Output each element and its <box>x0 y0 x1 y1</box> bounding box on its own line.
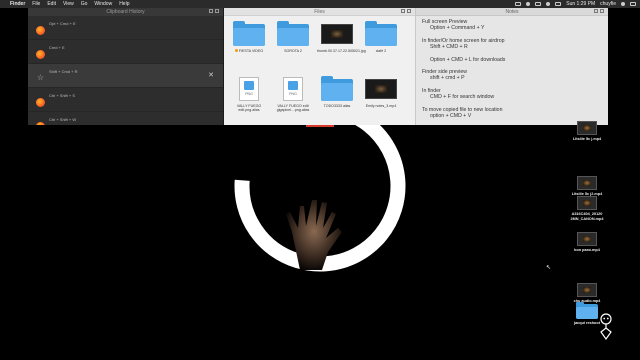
menu-file[interactable]: File <box>32 1 40 7</box>
files-panel: Files FIESTA VIDEO SOROTA 2 thumb.00.37.… <box>224 8 416 125</box>
menu-edit[interactable]: Edit <box>47 1 56 7</box>
file-item[interactable]: Emily notes_3.mp4 <box>361 77 401 125</box>
folder-icon <box>233 21 265 46</box>
notes-panel: Notes Full screen Preview Option + Comman… <box>416 8 608 125</box>
robot-icon[interactable] <box>598 312 614 342</box>
clip-item[interactable]: Ctrl + Shift + S <box>28 88 223 112</box>
video-thumbnail <box>577 176 597 190</box>
firefox-icon <box>36 26 45 35</box>
panel-controls <box>209 9 219 13</box>
clip-item[interactable]: Ctrl + Shift + W <box>28 112 223 125</box>
settings-icon[interactable] <box>215 9 219 13</box>
folder-icon <box>321 76 353 101</box>
file-label: SOROTA 2 <box>284 49 302 53</box>
clip-item-text: Opt + Cmd + E <box>49 21 76 26</box>
folder-icon <box>277 21 309 46</box>
close-icon[interactable]: ✕ <box>208 72 214 79</box>
desktop-icon-label: jacqui reshoot <box>574 321 600 325</box>
file-grid: FIESTA VIDEO SOROTA 2 thumb.00.37.17.22.… <box>224 16 415 125</box>
folder-icon <box>365 21 397 46</box>
status-area: Sun 1:29 PM chuyfie <box>515 1 636 7</box>
battery-icon[interactable] <box>555 2 562 6</box>
clock[interactable]: Sun 1:29 PM <box>566 1 595 7</box>
clip-item-text: Ctrl + Shift + S <box>49 93 76 98</box>
pin-icon[interactable] <box>401 9 405 13</box>
file-label: FIESTA VIDEO <box>229 49 269 53</box>
file-item[interactable]: PNG VALLY FUEGO edit gigapixel....png.al… <box>273 77 313 125</box>
file-item[interactable]: TODO3333 alias <box>317 76 357 125</box>
menu-window[interactable]: Window <box>94 1 112 7</box>
clipboard-history-panel: Clipboard History Opt + Cmd + E Cmd + E … <box>28 8 224 125</box>
file-label: VALLY FUEGO edit.png.alias <box>236 104 262 113</box>
desktop-icon[interactable]: A316C404_20120 2MN_CANON.mp4 <box>568 196 606 221</box>
desktop-icon-label: bon paxo.mp4 <box>574 248 600 252</box>
desktop-icon[interactable]: chu audio.mp4 <box>568 283 606 304</box>
desktop-icon-label: Litsille 5c j.mp4 <box>572 137 602 141</box>
video-thumbnail <box>365 79 397 99</box>
tag-dot <box>234 49 238 52</box>
search-icon[interactable] <box>621 2 625 6</box>
recording-indicator <box>306 125 334 127</box>
panel-title-bar: Notes <box>416 8 608 16</box>
file-label: TODO3333 alias <box>323 104 351 108</box>
panel-title: Files <box>314 8 325 15</box>
menu-finder[interactable]: Finder <box>10 1 25 7</box>
settings-icon[interactable] <box>407 9 411 13</box>
clip-item[interactable]: ☆ Shift + Cmd + R ✕ <box>28 64 223 88</box>
panel-title-bar: Clipboard History <box>28 8 223 16</box>
video-thumbnail <box>321 24 353 44</box>
panel-title: Notes <box>505 8 519 15</box>
mouse-cursor-icon: ↖ <box>546 265 552 271</box>
clip-item-text: Shift + Cmd + R <box>49 69 78 74</box>
wifi-icon[interactable] <box>546 2 551 6</box>
file-label: Emily notes_3.mp4 <box>365 104 397 108</box>
video-thumbnail <box>577 232 597 246</box>
file-item[interactable]: clafé 2 <box>361 21 401 75</box>
clip-item[interactable]: Opt + Cmd + E <box>28 16 223 40</box>
file-item[interactable]: PNG VALLY FUEGO edit.png.alias <box>229 77 269 125</box>
file-item[interactable]: FIESTA VIDEO <box>229 21 269 75</box>
desktop-icon-label: A316C404_20120 2MN_CANON.mp4 <box>570 212 604 221</box>
desktop-icon[interactable]: bon paxo.mp4 <box>568 232 606 253</box>
menu-help[interactable]: Help <box>119 1 129 7</box>
panel-controls <box>594 9 604 13</box>
desktop-icon[interactable]: Litsille 5c j.mp4 <box>568 121 606 142</box>
status-icon[interactable] <box>526 2 531 6</box>
user-name[interactable]: chuyfie <box>600 1 616 7</box>
desktop-icon[interactable]: Litsille 5c j2.mp4 <box>568 176 606 197</box>
file-label: clafé 2 <box>375 49 387 53</box>
video-thumbnail <box>577 283 597 297</box>
menu-view[interactable]: View <box>63 1 74 7</box>
panel-title: Clipboard History <box>106 9 145 15</box>
file-label-text: FIESTA VIDEO <box>238 49 264 53</box>
status-icon[interactable] <box>515 2 522 6</box>
firefox-icon <box>36 50 45 59</box>
notes-text-area[interactable]: Full screen Preview Option + Command + YI… <box>416 16 608 125</box>
star-icon[interactable]: ☆ <box>36 73 45 82</box>
clip-item[interactable]: Cmd + E <box>28 40 223 64</box>
png-file-icon: PNG <box>239 77 259 101</box>
file-item[interactable]: SOROTA 2 <box>273 21 313 75</box>
folder-icon <box>576 302 598 319</box>
video-thumbnail <box>577 196 597 210</box>
menu-bar: Finder File Edit View Go Window Help Sun… <box>0 0 640 8</box>
clip-item-text: Cmd + E <box>49 45 65 50</box>
control-center-icon[interactable] <box>630 2 636 6</box>
firefox-icon <box>36 98 45 107</box>
panel-controls <box>401 9 411 13</box>
pin-icon[interactable] <box>209 9 213 13</box>
clip-item-text: Ctrl + Shift + W <box>49 117 77 122</box>
firefox-icon <box>36 122 45 125</box>
hand-image <box>286 200 342 270</box>
video-thumbnail <box>577 121 597 135</box>
file-label: thumb.00.37.17.22.505021.jpg <box>317 49 366 53</box>
settings-icon[interactable] <box>600 9 604 13</box>
png-file-icon: PNG <box>283 77 303 101</box>
menu-go[interactable]: Go <box>81 1 88 7</box>
file-item[interactable]: thumb.00.37.17.22.505021.jpg <box>317 22 366 75</box>
file-label: VALLY FUEGO edit gigapixel....png.alias <box>276 104 310 113</box>
pin-icon[interactable] <box>594 9 598 13</box>
status-icon[interactable] <box>535 2 542 6</box>
panel-title-bar: Files <box>224 8 415 16</box>
